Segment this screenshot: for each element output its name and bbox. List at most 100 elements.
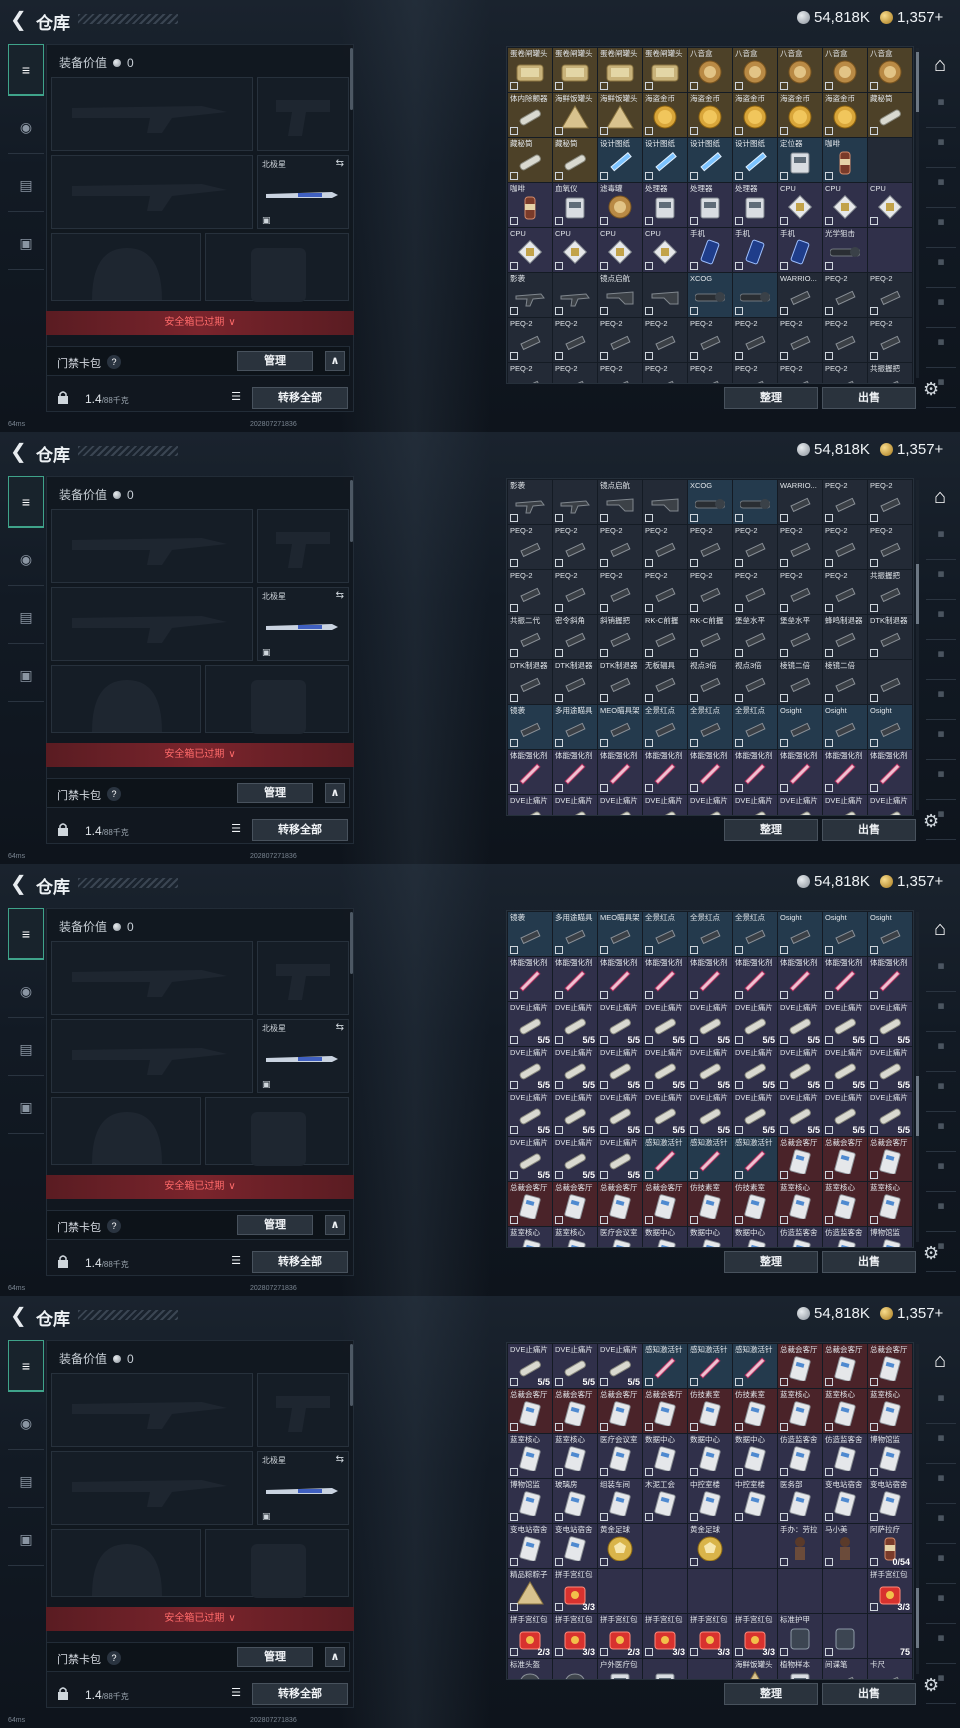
stash-item[interactable]: 蜂鸣制退器 — [823, 615, 867, 659]
stash-item[interactable]: 咖啡 — [508, 183, 552, 227]
stash-item[interactable]: 海盗金币 — [823, 93, 867, 137]
back-chevron-icon[interactable]: ❮ — [10, 871, 27, 896]
stash-item[interactable]: PEQ-2 — [553, 525, 597, 569]
swap-icon[interactable]: ⇆ — [336, 1454, 344, 1465]
stash-item[interactable]: 仿造监客舍 — [778, 1434, 822, 1478]
stash-page-tab[interactable]: ▦ — [926, 1002, 956, 1032]
stash-page-tab[interactable]: ▦ — [926, 178, 956, 208]
stash-item[interactable]: 精品粽粽子 — [508, 1569, 552, 1613]
stash-item[interactable]: 仿技素室 — [733, 1389, 777, 1433]
secondary-weapon-slot[interactable] — [51, 1451, 253, 1525]
stash-item[interactable]: 八音盒 — [733, 48, 777, 92]
stash-item[interactable]: DVE止痛片 5/5 — [508, 1047, 552, 1091]
list-view-icon[interactable]: ☰ — [226, 819, 246, 841]
stash-item[interactable]: 总裁会客厅 — [553, 1389, 597, 1433]
sell-button[interactable]: 出售 — [822, 1251, 916, 1273]
stash-item[interactable]: 感知激活针 — [643, 1137, 687, 1181]
stash-page-tab[interactable]: ▦ — [926, 1434, 956, 1464]
stash-item[interactable]: 蛋卷闸罐头 — [643, 48, 687, 92]
helmet-icon[interactable]: ◉ — [8, 102, 44, 154]
stash-item[interactable]: 体能强化剂 — [823, 957, 867, 1001]
stash-item[interactable]: 手机 — [778, 228, 822, 272]
stash-item[interactable]: 全景红点 — [733, 705, 777, 749]
stash-item[interactable]: 体能强化剂 — [598, 957, 642, 1001]
stash-item[interactable]: 镜袭 — [508, 912, 552, 956]
swap-icon[interactable]: ⇆ — [336, 590, 344, 601]
stash-item[interactable]: 感知激活针 — [733, 1137, 777, 1181]
stash-item[interactable]: 八音盒 — [823, 48, 867, 92]
helmet-slot[interactable] — [51, 665, 201, 733]
stash-page-tab[interactable]: ▦ — [926, 610, 956, 640]
stash-item[interactable]: 总裁会客厅 — [508, 1389, 552, 1433]
help-icon[interactable]: ? — [107, 1651, 121, 1665]
stash-item[interactable]: DVE止痛片 5/5 — [823, 1047, 867, 1091]
stash-page-tab[interactable]: ▦ — [926, 650, 956, 680]
stash-item[interactable]: 仿造监客舍 — [823, 1434, 867, 1478]
gear-icon[interactable]: ⚙ — [923, 811, 939, 832]
melee-slot[interactable]: 北极星 ⇆ ▣ — [257, 1451, 349, 1525]
stash-item[interactable]: 蓝室核心 — [778, 1389, 822, 1433]
stash-item[interactable]: 仿技素室 — [688, 1182, 732, 1226]
stash-item[interactable]: PEQ-2 — [508, 318, 552, 362]
stash-item[interactable] — [868, 138, 912, 182]
stash-item[interactable]: WARRIO... — [778, 480, 822, 524]
stash-page-tab[interactable]: ▦ — [926, 1122, 956, 1152]
stash-item[interactable] — [868, 660, 912, 704]
stash-item[interactable] — [733, 480, 777, 524]
stash-item[interactable]: 总裁会客厅 — [508, 1182, 552, 1226]
stash-item[interactable]: PEQ-2 — [553, 570, 597, 614]
stash-item[interactable]: 影袭 — [508, 273, 552, 317]
stash-page-tab[interactable]: ▦ — [926, 690, 956, 720]
stash-item[interactable]: 处理器 — [643, 183, 687, 227]
safebox-expired-banner[interactable]: 安全箱已过期 ∨ — [46, 1607, 354, 1631]
stash-item[interactable]: 感知激活针 — [688, 1344, 732, 1388]
stash-item[interactable]: PEQ-2 — [823, 363, 867, 383]
stash-item[interactable]: DVE止痛片 5/5 — [733, 1002, 777, 1046]
stash-item[interactable] — [733, 1569, 777, 1613]
stash-item[interactable]: Osight — [868, 912, 912, 956]
stash-item[interactable] — [688, 1569, 732, 1613]
stash-item[interactable]: 标准头盔 — [508, 1659, 552, 1679]
stash-item[interactable]: 设计图纸 — [733, 138, 777, 182]
stash-item[interactable] — [553, 1659, 597, 1679]
stash-item[interactable]: PEQ-2 — [823, 318, 867, 362]
stash-page-tab[interactable]: ▦ — [926, 138, 956, 168]
primary-weapon-slot[interactable] — [51, 77, 253, 151]
stash-page-tab[interactable]: ▦ — [926, 1082, 956, 1112]
warehouse-icon[interactable]: ⌂ — [923, 54, 957, 88]
stash-page-tab[interactable]: ▦ — [926, 530, 956, 560]
backpack-icon[interactable]: ▣ — [8, 218, 44, 270]
stash-item[interactable]: 八音盒 — [778, 48, 822, 92]
stash-item[interactable]: 蓝室核心 — [823, 1182, 867, 1226]
stash-item[interactable]: 设计图纸 — [598, 138, 642, 182]
gun-icon[interactable]: ≡ — [8, 44, 44, 96]
stash-page-tab[interactable]: ▦ — [926, 338, 956, 368]
stash-item[interactable]: DVE止痛片 5/5 — [733, 1047, 777, 1091]
stash-item[interactable]: 体能强化剂 — [508, 750, 552, 794]
gun-icon[interactable]: ≡ — [8, 476, 44, 528]
stash-item[interactable] — [778, 1569, 822, 1613]
stash-item[interactable]: 藏秘筒 — [508, 138, 552, 182]
stash-item[interactable]: 光学狙击 — [823, 228, 867, 272]
stash-item[interactable]: 仿造监客舍 — [778, 1227, 822, 1247]
melee-slot[interactable]: 北极星 ⇆ ▣ — [257, 1019, 349, 1093]
collapse-chevron-up-icon[interactable]: ∧ — [325, 351, 345, 371]
stash-item[interactable]: 密令斜角 — [553, 615, 597, 659]
stash-item[interactable]: Osight — [778, 912, 822, 956]
stash-item[interactable]: 镜点启航 — [598, 480, 642, 524]
stash-item[interactable]: 蓝室核心 — [778, 1182, 822, 1226]
stash-item[interactable]: 棱镜二倍 — [823, 660, 867, 704]
stash-item[interactable]: 藏秘筒 — [553, 138, 597, 182]
sell-button[interactable]: 出售 — [822, 819, 916, 841]
stash-item[interactable]: CPU — [508, 228, 552, 272]
stash-item[interactable]: 海盗金币 — [688, 93, 732, 137]
stash-item[interactable]: 总裁会客厅 — [778, 1344, 822, 1388]
stash-item[interactable]: PEQ-2 — [733, 525, 777, 569]
stash-item[interactable]: DVE止痛片 5/5 — [598, 1002, 642, 1046]
stash-item[interactable]: 拼手宫红包 3/3 — [868, 1569, 912, 1613]
transfer-all-button[interactable]: 转移全部 — [252, 819, 348, 841]
stash-page-tab[interactable]: ▦ — [926, 1554, 956, 1584]
stash-item[interactable]: PEQ-2 — [688, 570, 732, 614]
collapse-chevron-up-icon[interactable]: ∧ — [325, 1647, 345, 1667]
stash-item[interactable] — [823, 1614, 867, 1658]
